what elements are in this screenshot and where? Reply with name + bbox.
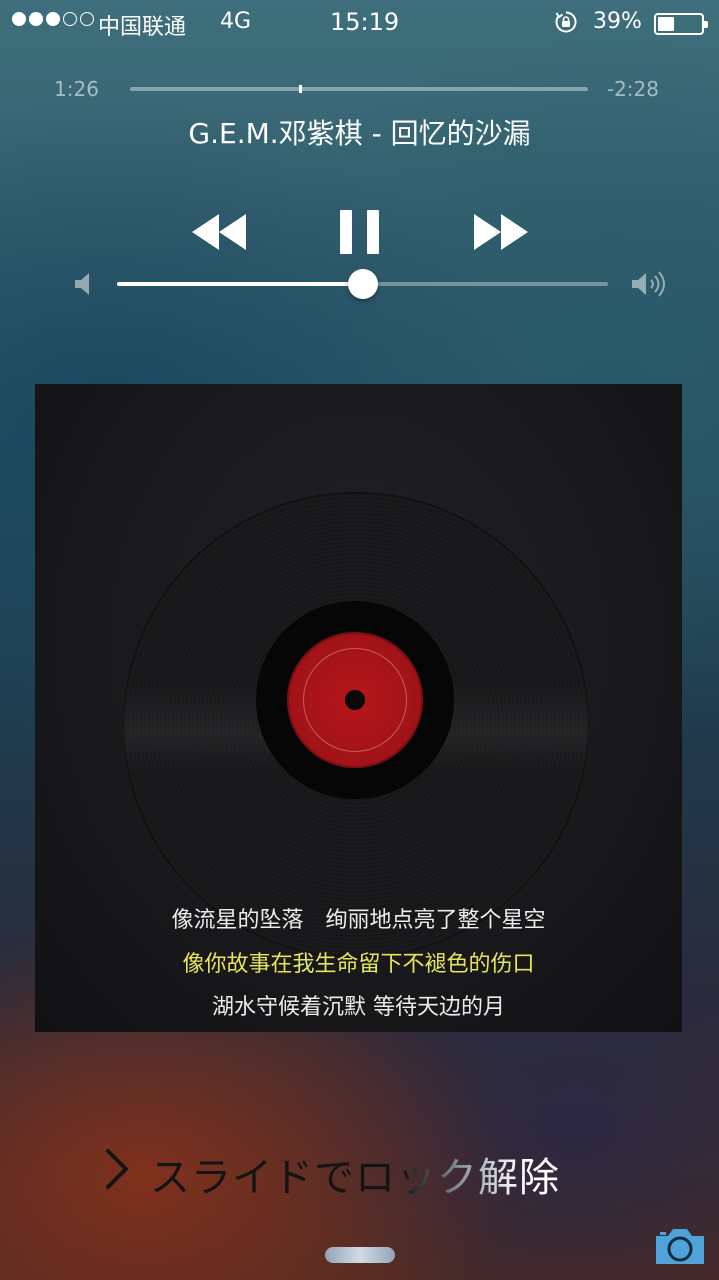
status-bar: 中国联通 4G 15:19 39%	[0, 0, 719, 46]
rotation-lock-icon	[555, 11, 577, 33]
volume-low-icon	[75, 273, 89, 295]
battery-percentage: 39%	[593, 9, 642, 34]
carrier-name: 中国联通	[98, 15, 187, 40]
rewind-icon	[192, 214, 246, 250]
slide-to-unlock-text[interactable]: スライドでロック解除	[150, 1145, 560, 1203]
network-type: 4G	[220, 9, 252, 34]
battery-icon	[654, 13, 708, 35]
status-time: 15:19	[330, 8, 400, 36]
vinyl-record	[123, 492, 589, 958]
pause-icon-left-bar	[340, 210, 352, 254]
lyric-line-current: 像你故事在我生命留下不褪色的伤口	[182, 952, 535, 977]
playback-scrubber[interactable]	[130, 85, 588, 93]
song-title: G.E.M.邓紫棋 - 回忆的沙漏	[188, 117, 531, 150]
remaining-time: -2:28	[606, 77, 659, 101]
pause-icon-right-bar	[367, 210, 379, 254]
volume-thumb[interactable]	[347, 269, 378, 299]
spindle-hole	[345, 690, 365, 710]
signal-dot	[12, 12, 26, 26]
signal-strength-indicator	[12, 12, 94, 26]
rewind-button[interactable]	[190, 212, 248, 252]
signal-dot	[80, 12, 94, 26]
volume-slider[interactable]	[117, 269, 608, 299]
signal-dot	[46, 12, 60, 26]
battery-nub	[704, 21, 708, 28]
fast-forward-icon	[474, 214, 528, 250]
lyric-line-next: 湖水守候着沉默 等待天边的月	[212, 995, 505, 1020]
playback-position-marker[interactable]	[299, 85, 303, 93]
control-center-grabber[interactable]	[325, 1247, 395, 1263]
volume-fill	[117, 282, 363, 286]
camera-icon[interactable]	[652, 1224, 708, 1268]
pause-button[interactable]	[340, 210, 380, 254]
vinyl-label	[287, 632, 423, 768]
battery-fill	[658, 17, 675, 31]
elapsed-time: 1:26	[54, 77, 99, 101]
lyric-line-previous: 像流星的坠落 绚丽地点亮了整个星空	[171, 908, 546, 933]
signal-dot	[63, 12, 77, 26]
album-artwork: 像流星的坠落 绚丽地点亮了整个星空 像你故事在我生命留下不褪色的伤口 湖水守候着…	[35, 384, 682, 1032]
signal-dot	[29, 12, 43, 26]
chevron-right-icon[interactable]	[104, 1147, 130, 1191]
volume-high-icon	[632, 271, 665, 297]
fast-forward-button[interactable]	[472, 212, 530, 252]
